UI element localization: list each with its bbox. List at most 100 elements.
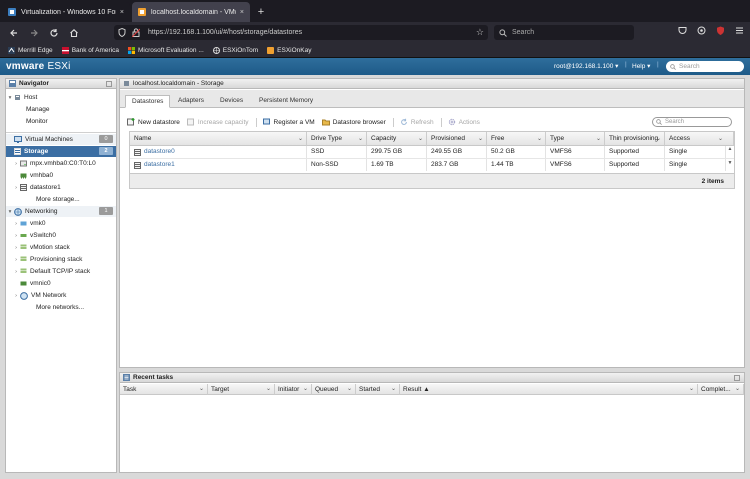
storage-count-badge: 2: [99, 147, 113, 155]
tab-close-icon[interactable]: ×: [120, 9, 124, 16]
datastore-link[interactable]: datastore0: [144, 146, 175, 158]
ublock-shield-icon[interactable]: [716, 26, 725, 35]
nav-datastore[interactable]: › datastore1: [6, 182, 116, 193]
column-header-completed[interactable]: Complet... ⌄: [698, 384, 744, 395]
bookmark-merrill-edge[interactable]: Merrill Edge: [8, 46, 53, 54]
container-icon[interactable]: [697, 26, 706, 35]
bookmark-star-icon[interactable]: ☆: [476, 27, 484, 38]
column-header-target[interactable]: Target ⌄: [208, 384, 275, 395]
column-header-thin-provisioning[interactable]: Thin provisioning ⌄: [605, 132, 665, 146]
nav-provisioning-stack[interactable]: › Provisioning stack: [6, 254, 116, 265]
column-menu-icon[interactable]: ⌄: [537, 132, 542, 146]
new-datastore-button[interactable]: New datastore: [127, 118, 180, 126]
pocket-icon[interactable]: [678, 26, 687, 35]
column-header-capacity[interactable]: Capacity ⌄: [367, 132, 427, 146]
datastore-link[interactable]: datastore1: [144, 159, 175, 171]
nav-manage[interactable]: Manage: [6, 104, 116, 115]
collapse-arrow-icon[interactable]: ▾: [6, 95, 14, 101]
column-header-task[interactable]: Task ⌄: [120, 384, 208, 395]
nav-networking[interactable]: ▾ Networking 1: [6, 206, 116, 217]
column-menu-icon[interactable]: ⌄: [596, 132, 601, 146]
increase-capacity-button[interactable]: Increase capacity: [186, 118, 249, 126]
user-menu[interactable]: root@192.168.1.100 ▾: [554, 62, 618, 70]
back-icon[interactable]: [6, 25, 22, 41]
reload-icon[interactable]: [46, 25, 62, 41]
bookmark-microsoft-evaluation[interactable]: Microsoft Evaluation ...: [128, 46, 204, 54]
nav-storage[interactable]: Storage 2: [6, 146, 116, 157]
column-menu-icon[interactable]: ⌄: [656, 132, 661, 146]
nav-storage-adapter[interactable]: vmhba0: [6, 170, 116, 181]
new-tab-button[interactable]: +: [252, 2, 270, 22]
nav-default-tcpip-stack[interactable]: › Default TCP/IP stack: [6, 266, 116, 277]
column-header-free[interactable]: Free ⌄: [487, 132, 546, 146]
tab-devices[interactable]: Devices: [214, 95, 249, 108]
column-header-name[interactable]: Name ⌄: [130, 132, 307, 146]
column-menu-icon[interactable]: ⌄: [358, 132, 363, 146]
browser-tab-virtualization[interactable]: Virtualization - Windows 10 For ×: [2, 2, 130, 22]
nav-monitor[interactable]: Monitor: [6, 116, 116, 127]
column-menu-icon[interactable]: ⌄: [689, 384, 694, 395]
grid-scrollbar[interactable]: ▲ ▼: [726, 146, 734, 172]
nav-vmk0[interactable]: › vmk0: [6, 218, 116, 229]
datastore-browser-button[interactable]: Datastore browser: [321, 118, 386, 126]
nav-vm-network[interactable]: › VM Network: [6, 290, 116, 301]
column-menu-icon[interactable]: ⌄: [298, 132, 303, 146]
column-menu-icon[interactable]: ⌄: [199, 384, 204, 395]
bookmark-bank-of-america[interactable]: Bank of America: [61, 46, 119, 54]
nav-vmotion-stack[interactable]: › vMotion stack: [6, 242, 116, 253]
column-menu-icon[interactable]: ⌄: [718, 132, 723, 146]
column-header-drive-type[interactable]: Drive Type ⌄: [307, 132, 367, 146]
column-menu-icon[interactable]: ⌄: [303, 384, 308, 395]
register-vm-button[interactable]: Register a VM: [262, 118, 315, 126]
tab-persistent-memory[interactable]: Persistent Memory: [253, 95, 319, 108]
nav-vmnic0[interactable]: vmnic0: [6, 278, 116, 289]
nav-virtual-machines[interactable]: Virtual Machines 0: [6, 134, 116, 145]
column-header-access[interactable]: Access ⌄: [665, 132, 734, 146]
scroll-up-icon[interactable]: ▲: [726, 146, 734, 152]
actions-button[interactable]: Actions: [448, 118, 480, 126]
bookmark-esxionkay[interactable]: ESXiOnKay: [267, 46, 312, 54]
home-icon[interactable]: [66, 25, 82, 41]
expand-arrow-icon[interactable]: ›: [12, 161, 20, 167]
refresh-button[interactable]: Refresh: [400, 118, 434, 126]
menu-icon[interactable]: [735, 26, 744, 35]
column-header-queued[interactable]: Queued ⌄: [312, 384, 356, 395]
column-menu-icon[interactable]: ⌄: [391, 384, 396, 395]
storage-panel: localhost.localdomain - Storage Datastor…: [119, 78, 745, 368]
nav-more-networks[interactable]: More networks...: [6, 302, 116, 313]
tab-datastores[interactable]: Datastores: [125, 95, 171, 108]
column-menu-icon[interactable]: ⌄: [266, 384, 271, 395]
esxi-search-input[interactable]: Search: [666, 61, 744, 72]
nav-storage-device[interactable]: › mpx.vmhba0:C0:T0:L0: [6, 158, 116, 169]
column-header-started[interactable]: Started ⌄: [356, 384, 400, 395]
bookmark-esxiontom[interactable]: ESXiOnTom: [212, 46, 258, 54]
nav-more-storage[interactable]: More storage...: [6, 194, 116, 205]
browser-search-field[interactable]: Search: [494, 25, 634, 40]
column-header-provisioned[interactable]: Provisioned ⌄: [427, 132, 487, 146]
nav-vswitch0[interactable]: › vSwitch0: [6, 230, 116, 241]
expand-arrow-icon[interactable]: ›: [12, 293, 20, 299]
forward-icon[interactable]: [26, 25, 42, 41]
collapse-icon[interactable]: [734, 375, 740, 381]
column-label: Target: [211, 386, 230, 393]
cell-name[interactable]: datastore0: [130, 146, 307, 158]
scroll-down-icon[interactable]: ▼: [726, 160, 734, 166]
nav-host[interactable]: ▾ Host: [6, 92, 116, 103]
cell-name[interactable]: datastore1: [130, 159, 307, 171]
column-menu-icon[interactable]: ⌄: [347, 384, 352, 395]
tab-adapters[interactable]: Adapters: [172, 95, 210, 108]
url-bar[interactable]: https://192.168.1.100/ui/#/host/storage/…: [114, 25, 488, 40]
column-header-initiator[interactable]: Initiator ⌄: [275, 384, 312, 395]
column-menu-icon[interactable]: ⌄: [735, 384, 740, 395]
datastore-search-input[interactable]: Search: [652, 117, 732, 127]
collapse-arrow-icon[interactable]: ▾: [6, 209, 14, 215]
collapse-icon[interactable]: [106, 81, 112, 87]
tab-close-icon[interactable]: ×: [240, 9, 244, 16]
column-menu-icon[interactable]: ⌄: [418, 132, 423, 146]
column-menu-icon[interactable]: ⌄: [478, 132, 483, 146]
column-header-type[interactable]: Type ⌄: [546, 132, 605, 146]
help-menu[interactable]: Help ▾: [632, 62, 650, 70]
browser-tab-vmware[interactable]: localhost.localdomain - VMwa ×: [132, 2, 250, 22]
column-header-result[interactable]: Result ▲ ⌄: [400, 384, 698, 395]
expand-arrow-icon[interactable]: ›: [12, 185, 20, 191]
